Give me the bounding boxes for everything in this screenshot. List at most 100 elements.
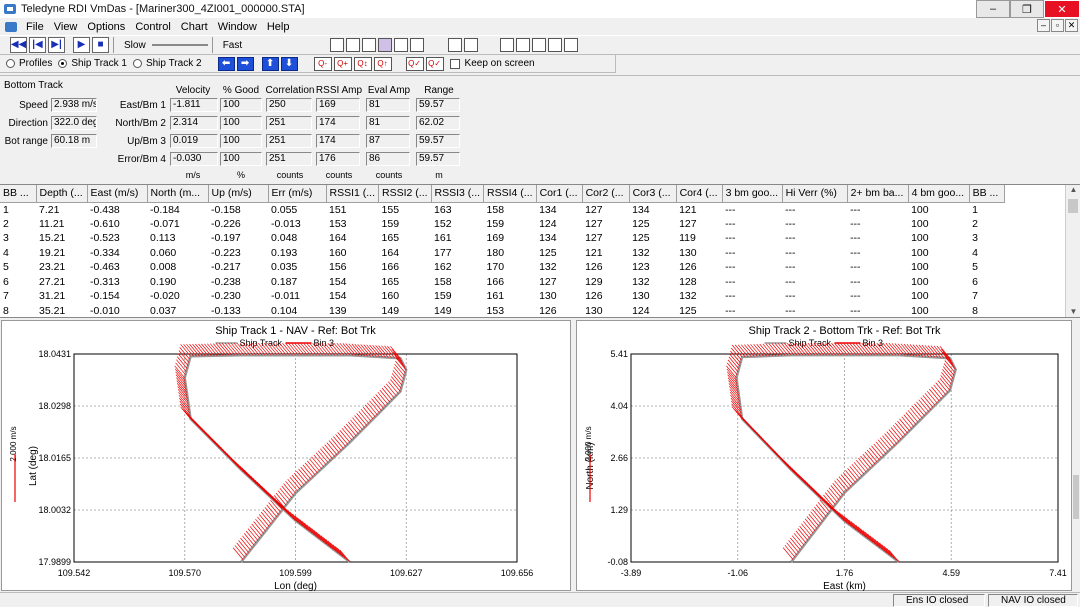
grid-row[interactable]: 7 31.21 -0.154 -0.020 -0.230 -0.011 154 160 159 1… [0,289,1004,304]
grid-row[interactable]: 3 15.21 -0.523 0.113 -0.197 0.048 164 165 161 169… [0,231,1004,246]
bin-data-grid[interactable]: BB ... Depth (... East (m/s) North (m... Up … [0,184,1080,318]
ship-track-2-plot[interactable]: Ship Track 2 - Bottom Trk - Ref: Bot Trk… [576,320,1072,592]
tabular-view-icon[interactable] [330,38,345,52]
grid-cell: -0.463 [90,261,120,274]
cascade-icon[interactable] [516,38,531,52]
layout-icon[interactable] [564,38,579,52]
plot-scroll-thumb[interactable] [1073,475,1079,519]
grid-cell: -0.230 [211,290,241,303]
skip-to-start-button[interactable]: ◀◀ [10,37,27,53]
bt-value-box: 100 [220,152,262,166]
pan-up-button[interactable]: ⬆ [261,56,279,71]
menu-window[interactable]: Window [213,21,262,33]
minimize-button[interactable]: – [976,0,1010,18]
menu-control[interactable]: Control [130,21,175,33]
grid-column-header[interactable]: BB ... [969,185,1005,203]
grid-column-header[interactable]: 2+ bm ba... [847,185,909,203]
grid-cell: -0.610 [90,217,120,230]
pan-down-button[interactable]: ⬇ [280,56,298,71]
scroll-up-icon[interactable]: ▲ [1066,185,1080,197]
profile-plot-icon[interactable] [346,38,361,52]
grid-column-header[interactable]: East (m/s) [87,185,148,203]
grid-row[interactable]: 1 7.21 -0.438 -0.184 -0.158 0.055 151 155 163 158… [0,202,1004,217]
grid-column-header[interactable]: North (m... [147,185,209,203]
zoom-in-vertical-button[interactable]: Q↑ [373,56,392,71]
document-icon[interactable] [5,21,17,32]
grid-row[interactable]: 5 23.21 -0.463 0.008 -0.217 0.035 156 166 162 170… [0,260,1004,275]
grid-column-header[interactable]: RSSI2 (... [378,185,432,203]
grid-column-header[interactable]: 4 bm goo... [908,185,970,203]
grid-column-header[interactable]: Up (m/s) [208,185,269,203]
grid-column-header[interactable]: Cor4 (... [676,185,723,203]
menu-chart[interactable]: Chart [176,21,213,33]
bt-value-box: 100 [220,116,262,130]
zoom-reset-button[interactable]: Q✓ [425,56,444,71]
step-forward-button[interactable]: ▶| [48,37,65,53]
menu-file[interactable]: File [21,21,49,33]
ship-track-1-radio[interactable]: Ship Track 1 [58,58,127,69]
grid-column-header[interactable]: Err (m/s) [268,185,327,203]
play-button[interactable]: ▶ [73,37,90,53]
grid-column-header[interactable]: Depth (... [36,185,88,203]
grid-row[interactable]: 8 35.21 -0.010 0.037 -0.133 0.104 139 149 149 153… [0,304,1004,318]
pan-left-button[interactable]: ⬅ [217,56,235,71]
grid-column-header[interactable]: RSSI3 (... [431,185,485,203]
contour-plot-icon[interactable] [378,38,393,52]
radio-profiles-dot [6,59,15,68]
maximize-button[interactable]: ❐ [1010,0,1044,18]
pan-right-button[interactable]: ➡ [236,56,254,71]
grid-column-header[interactable]: BB ... [0,185,37,203]
grid-cell: --- [785,246,796,259]
grid-cell: 124 [539,217,557,230]
mdi-minimize-button[interactable]: – [1037,19,1050,32]
grid-scrollbar[interactable]: ▲ ▼ [1065,185,1080,317]
step-back-button[interactable]: |◀ [29,37,46,53]
print-icon[interactable] [448,38,463,52]
grid-column-header[interactable]: 3 bm goo... [722,185,783,203]
grid-column-header[interactable]: Cor1 (... [536,185,583,203]
zoom-in-icon: Q+ [337,59,348,68]
tile-icon[interactable] [500,38,515,52]
grid-row[interactable]: 4 19.21 -0.334 0.060 -0.223 0.193 160 164 177 180… [0,246,1004,261]
close-button[interactable]: ✕ [1044,0,1080,18]
grid-column-header[interactable]: Cor3 (... [629,185,677,203]
zoom-out-vertical-button[interactable]: Q↕ [353,56,372,71]
window-list-icon[interactable] [548,38,563,52]
plot-scrollbar[interactable] [1072,320,1080,591]
profiles-radio[interactable]: Profiles [6,58,52,69]
arrange-icon[interactable] [532,38,547,52]
stop-button[interactable]: ■ [92,37,109,53]
bt-value-box: 176 [316,152,360,166]
ship-track-2-radio[interactable]: Ship Track 2 [132,58,202,69]
grid-cell: 129 [585,275,603,288]
mdi-close-button[interactable]: ✕ [1065,19,1078,32]
menu-view[interactable]: View [49,21,83,33]
ship-track-icon[interactable] [410,38,425,52]
keep-on-screen-checkbox[interactable]: Keep on screen [449,58,535,69]
scroll-down-icon[interactable]: ▼ [1066,307,1080,317]
grid-row[interactable]: 2 11.21 -0.610 -0.071 -0.226 -0.013 153 159 152 1… [0,217,1004,232]
history-plot-icon[interactable] [394,38,409,52]
zoom-in-horizontal-button[interactable]: Q+ [333,56,352,71]
zoom-out-horizontal-button[interactable]: Q- [313,56,332,71]
grid-column-header[interactable]: RSSI1 (... [326,185,380,203]
time-series-icon[interactable] [362,38,377,52]
bt-value-box: 0.019 [170,134,218,148]
grid-cell: 127 [539,275,557,288]
copy-icon[interactable] [464,38,479,52]
grid-column-header[interactable]: Hi Verr (%) [782,185,848,203]
playback-speed-slider[interactable] [151,38,208,52]
scroll-thumb[interactable] [1068,199,1078,213]
grid-cell: 166 [486,275,505,288]
grid-cell: 155 [381,203,400,216]
bin-vector [394,354,406,368]
grid-column-header[interactable]: Cor2 (... [582,185,630,203]
grid-cell: 1 [972,203,978,216]
grid-column-header[interactable]: RSSI4 (... [483,185,537,203]
menu-help[interactable]: Help [262,21,295,33]
zoom-fit-button[interactable]: Q✓ [405,56,424,71]
ship-track-1-plot[interactable]: Ship Track 1 - NAV - Ref: Bot Trk Ship Tr… [1,320,571,592]
menu-options[interactable]: Options [82,21,130,33]
mdi-restore-button[interactable]: ▫ [1051,19,1064,32]
grid-row[interactable]: 6 27.21 -0.313 0.190 -0.238 0.187 154 165 158 166… [0,275,1004,290]
